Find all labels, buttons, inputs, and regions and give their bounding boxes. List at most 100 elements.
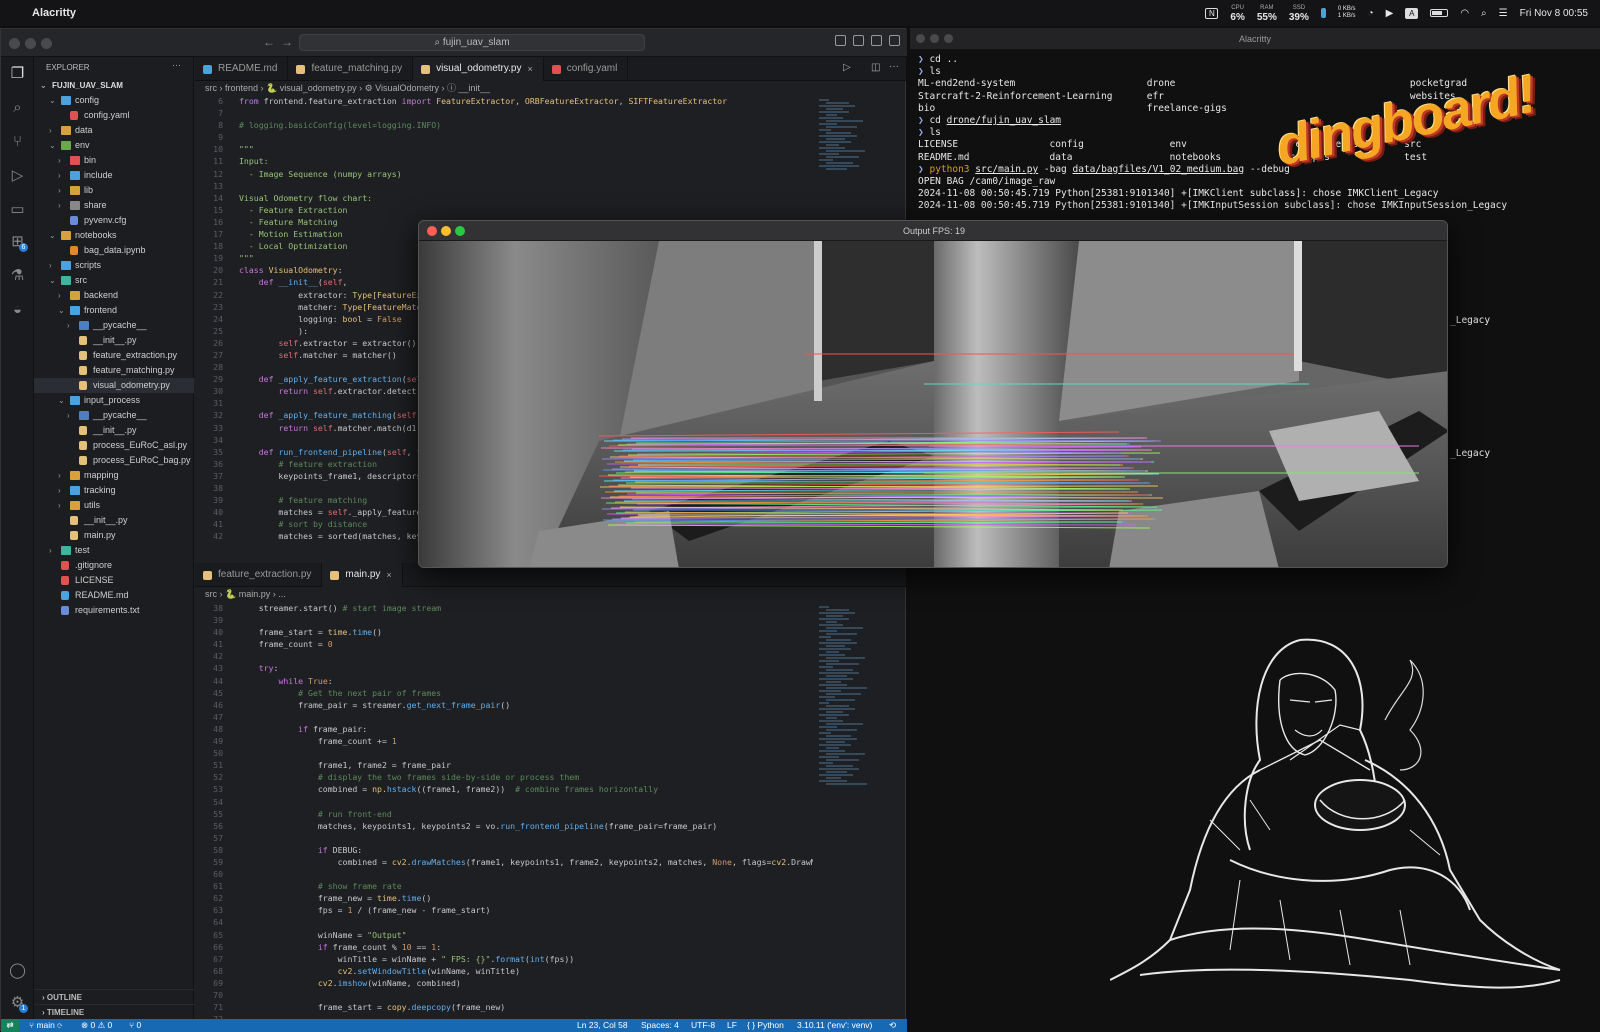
tree-file[interactable]: __init__.py (34, 423, 194, 438)
cpu-widget[interactable]: CPU 6% (1230, 4, 1244, 23)
chevron-right-icon[interactable]: › (58, 498, 68, 513)
ports-count[interactable]: ⑂ 0 (129, 1019, 141, 1032)
run-debug-icon[interactable]: ▷ (9, 167, 26, 184)
editor-tab[interactable]: main.py × (322, 563, 403, 587)
chevron-right-icon[interactable]: › (58, 198, 68, 213)
tree-folder[interactable]: › __pycache__ (34, 318, 194, 333)
accounts-icon[interactable]: ◯ (9, 962, 26, 979)
bottom-code-editor[interactable]: streamer.start() # start image stream fr… (239, 602, 813, 1018)
chevron-down-icon[interactable]: ⌄ (58, 393, 68, 408)
more-actions-icon[interactable]: ··· (172, 60, 181, 70)
back-arrow-icon[interactable]: ← (263, 35, 275, 49)
close-tab-icon[interactable]: × (386, 563, 391, 587)
bottom-minimap[interactable] (817, 602, 877, 1018)
tree-file[interactable]: feature_matching.py (34, 363, 194, 378)
cursor-position[interactable]: Ln 23, Col 58 (577, 1019, 628, 1032)
notion-icon[interactable]: N (1205, 7, 1219, 19)
tree-folder[interactable]: › tracking (34, 483, 194, 498)
chevron-down-icon[interactable]: ⌄ (49, 273, 59, 288)
chevron-right-icon[interactable]: › (58, 288, 68, 303)
tree-folder[interactable]: ⌄ notebooks (34, 228, 194, 243)
battery-icon[interactable] (1430, 9, 1449, 17)
chevron-down-icon[interactable]: ⌄ (49, 228, 59, 243)
tree-folder[interactable]: › include (34, 168, 194, 183)
tree-folder[interactable]: ⌄ src (34, 273, 194, 288)
ram-widget[interactable]: RAM 55% (1257, 4, 1277, 23)
indentation[interactable]: Spaces: 4 (641, 1019, 679, 1032)
remote-indicator-icon[interactable]: ⇄ (1, 1019, 19, 1032)
explorer-icon[interactable]: ❐ (9, 65, 26, 82)
tree-folder[interactable]: › share (34, 198, 194, 213)
output-zoom-button[interactable] (455, 226, 465, 236)
stopwatch-icon[interactable]: ◔ (1368, 8, 1374, 19)
bottom-breadcrumb[interactable]: src › 🐍 main.py › ... (205, 587, 286, 601)
input-source-icon[interactable]: A (1405, 7, 1419, 19)
source-control-icon[interactable]: ⑂ (9, 133, 26, 150)
close-tab-icon[interactable]: × (528, 57, 533, 81)
tree-folder[interactable]: › bin (34, 153, 194, 168)
chevron-down-icon[interactable]: ⌄ (49, 138, 59, 153)
search-icon[interactable]: ⌕ (9, 99, 26, 116)
tree-folder[interactable]: ⌄ frontend (34, 303, 194, 318)
chevron-right-icon[interactable]: › (58, 483, 68, 498)
tree-file[interactable]: __init__.py (34, 333, 194, 348)
split-editor-icon[interactable]: ◫ (871, 62, 880, 73)
ssd-widget[interactable]: SSD 39% (1289, 4, 1309, 23)
tree-file[interactable]: main.py (34, 528, 194, 543)
output-close-button[interactable] (427, 226, 437, 236)
testing-icon[interactable]: ⚗ (9, 267, 26, 284)
chevron-right-icon[interactable]: › (58, 153, 68, 168)
tree-folder[interactable]: › __pycache__ (34, 408, 194, 423)
tree-file[interactable]: .gitignore (34, 558, 194, 573)
active-app-name[interactable]: Alacritty (32, 7, 76, 19)
command-center-search[interactable]: ⌕ fujin_uav_slam (299, 34, 645, 51)
tree-folder[interactable]: ⌄ env (34, 138, 194, 153)
python-interpreter[interactable]: 3.10.11 ('env': venv) (797, 1019, 872, 1032)
tree-file[interactable]: pyvenv.cfg (34, 213, 194, 228)
tree-folder[interactable]: ⌄ config (34, 93, 194, 108)
editor-tab[interactable]: config.yaml (544, 57, 629, 81)
problems-count[interactable]: ⊗ 0 ⚠ 0 (81, 1019, 112, 1032)
chevron-right-icon[interactable]: › (49, 543, 59, 558)
editor-more-icon[interactable]: ··· (889, 61, 899, 72)
editor-tab[interactable]: feature_extraction.py (195, 563, 323, 587)
tree-file[interactable]: feature_extraction.py (34, 348, 194, 363)
top-breadcrumb[interactable]: src › frontend › 🐍 visual_odometry.py › … (205, 81, 490, 95)
chevron-down-icon[interactable]: ⌄ (58, 303, 68, 318)
toggle-panel-icon[interactable] (853, 35, 864, 46)
chevron-down-icon[interactable]: ⌄ (40, 78, 50, 93)
chevron-down-icon[interactable]: ⌄ (49, 93, 59, 108)
file-encoding[interactable]: UTF-8 (691, 1019, 715, 1032)
tree-file[interactable]: visual_odometry.py (34, 378, 194, 393)
control-center-icon[interactable]: ☰ (1499, 8, 1508, 19)
tree-folder[interactable]: › utils (34, 498, 194, 513)
forward-arrow-icon[interactable]: → (281, 35, 293, 49)
tree-folder[interactable]: › test (34, 543, 194, 558)
chevron-right-icon[interactable]: › (49, 258, 59, 273)
menubar-clock[interactable]: Fri Nov 8 00:55 (1520, 8, 1588, 19)
tree-folder[interactable]: › backend (34, 288, 194, 303)
remote-explorer-icon[interactable]: ▭ (9, 201, 26, 218)
toggle-secondary-sidebar-icon[interactable] (871, 35, 882, 46)
chevron-right-icon[interactable]: › (58, 168, 68, 183)
wifi-icon[interactable]: ◠ (1460, 8, 1469, 19)
chevron-right-icon[interactable]: › (58, 183, 68, 198)
tree-folder[interactable]: › data (34, 123, 194, 138)
tree-file[interactable]: config.yaml (34, 108, 194, 123)
run-file-icon[interactable]: ▷ (843, 62, 851, 73)
network-widget[interactable]: 0 KB/s 1 KB/s (1338, 6, 1356, 20)
terminal-zoom-button[interactable] (944, 34, 953, 43)
window-zoom-button[interactable] (41, 38, 52, 49)
tree-folder[interactable]: › scripts (34, 258, 194, 273)
tree-file[interactable]: process_EuRoC_bag.py (34, 453, 194, 468)
line-ending[interactable]: LF (727, 1019, 737, 1032)
timeline-section[interactable]: › TIMELINE (34, 1004, 194, 1019)
tree-file[interactable]: README.md (34, 588, 194, 603)
notifications-icon[interactable]: ⟲ (889, 1019, 896, 1032)
tree-file[interactable]: __init__.py (34, 513, 194, 528)
chevron-right-icon[interactable]: › (49, 123, 59, 138)
tree-file[interactable]: requirements.txt (34, 603, 194, 618)
outline-section[interactable]: › OUTLINE (34, 989, 194, 1004)
chevron-right-icon[interactable]: › (67, 318, 77, 333)
editor-tab[interactable]: visual_odometry.py × (413, 57, 544, 81)
